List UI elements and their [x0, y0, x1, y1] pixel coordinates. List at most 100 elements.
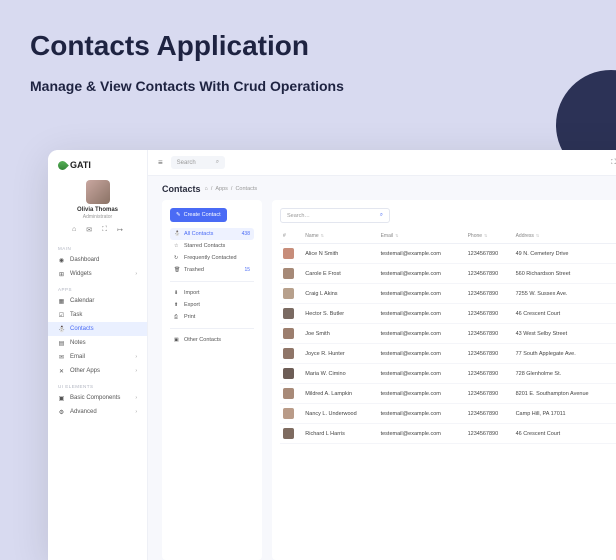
search-icon: ⌕ [216, 159, 219, 166]
nav-contacts[interactable]: ⛄Contacts [48, 322, 147, 336]
table-row[interactable]: Alice N Smithtestemail@example.com123456… [280, 244, 616, 264]
table-row[interactable]: Craig L Akinstestemail@example.com123456… [280, 284, 616, 304]
filter-starred[interactable]: ☆Starred Contacts [170, 240, 254, 252]
user-icon[interactable]: ⌂ [72, 226, 76, 234]
filter-label: Print [184, 314, 195, 320]
sort-icon: ⇅ [395, 233, 398, 238]
email-icon: ✉ [58, 354, 65, 361]
cell-address: 8201 E. Southampton Avenue [513, 384, 616, 404]
nav-dashboard[interactable]: ◉Dashboard [48, 253, 147, 267]
col-email[interactable]: Email⇅ [378, 229, 465, 244]
cell-name: Maria W. Cimino [302, 364, 377, 384]
table-row[interactable]: Nancy L. Underwoodtestemail@example.com1… [280, 404, 616, 424]
row-avatar [283, 368, 294, 379]
cell-address: 7255 W. Sussex Ave. [513, 284, 616, 304]
cell-address: 728 Glenholme St. [513, 364, 616, 384]
nav-label: Task [70, 312, 82, 318]
col-address[interactable]: Address⇅ [513, 229, 616, 244]
cell-email: testemail@example.com [378, 404, 465, 424]
logo[interactable]: GATI [48, 150, 147, 176]
create-label: Create Contact [184, 212, 221, 218]
create-contact-button[interactable]: ✎ Create Contact [170, 208, 227, 222]
row-avatar [283, 348, 294, 359]
logout-icon[interactable]: ↦ [117, 226, 123, 234]
filter-other[interactable]: ▣Other Contacts [170, 334, 254, 346]
widgets-icon: ⊞ [58, 271, 65, 278]
cell-name: Joe Smith [302, 324, 377, 344]
top-search[interactable]: Search ⌕ [171, 156, 225, 169]
table-row[interactable]: Maria W. Ciminotestemail@example.com1234… [280, 364, 616, 384]
contacts-table-panel: Search… ⌕ # Name⇅ Email⇅ Phone⇅ Address⇅… [272, 200, 616, 560]
nav-advanced[interactable]: ⚙Advanced› [48, 405, 147, 419]
row-avatar [283, 328, 294, 339]
advanced-icon: ⚙ [58, 409, 65, 416]
avatar[interactable] [86, 180, 110, 204]
nav-widgets[interactable]: ⊞Widgets› [48, 267, 147, 281]
print-icon: ⎙ [174, 314, 180, 320]
hamburger-icon[interactable]: ≡ [158, 158, 163, 167]
nav-label: Other Apps [70, 368, 100, 374]
filter-import[interactable]: ⬇Import [170, 287, 254, 299]
filter-trashed[interactable]: 🗑Trashed15 [170, 264, 254, 276]
col-num[interactable]: # [280, 229, 302, 244]
cell-address: Camp Hill, PA 17011 [513, 404, 616, 424]
contacts-icon: ⛄ [58, 326, 65, 333]
content-header: Contacts ⌂ / Apps / Contacts [148, 176, 616, 200]
page-title: Contacts [162, 184, 201, 194]
import-icon: ⬇ [174, 290, 180, 296]
cell-email: testemail@example.com [378, 424, 465, 444]
search-placeholder: Search… [287, 213, 310, 219]
cell-address: 560 Richardson Street [513, 264, 616, 284]
chevron-right-icon: › [135, 368, 137, 374]
logo-text: GATI [70, 160, 91, 170]
nav-section-main: MAIN [48, 240, 147, 253]
table-row[interactable]: Richard L Harristestemail@example.com123… [280, 424, 616, 444]
nav-label: Advanced [70, 409, 97, 415]
contacts-table: # Name⇅ Email⇅ Phone⇅ Address⇅ Actions A… [280, 229, 616, 444]
cell-email: testemail@example.com [378, 364, 465, 384]
nav-email[interactable]: ✉Email› [48, 350, 147, 364]
nav-task[interactable]: ☑Task [48, 308, 147, 322]
cell-phone: 1234567890 [465, 244, 513, 264]
table-row[interactable]: Mildred A. Lampkintestemail@example.com1… [280, 384, 616, 404]
cell-name: Hector S. Butler [302, 304, 377, 324]
row-avatar [283, 388, 294, 399]
divider [170, 328, 254, 329]
filter-label: All Contacts [184, 231, 213, 237]
row-avatar [283, 288, 294, 299]
cell-phone: 1234567890 [465, 264, 513, 284]
star-icon: ☆ [174, 243, 180, 249]
table-row[interactable]: Hector S. Butlertestemail@example.com123… [280, 304, 616, 324]
nav-other-apps[interactable]: ✕Other Apps› [48, 364, 147, 378]
nav-notes[interactable]: ▤Notes [48, 336, 147, 350]
hero-subtitle: Manage & View Contacts With Crud Operati… [30, 78, 344, 94]
crumb-apps[interactable]: Apps [215, 186, 228, 192]
chevron-right-icon: › [135, 271, 137, 277]
nav-label: Calendar [70, 298, 94, 304]
cell-phone: 1234567890 [465, 284, 513, 304]
trash-icon: 🗑 [174, 267, 180, 273]
expand-icon[interactable]: ⛶ [611, 159, 616, 167]
nav-calendar[interactable]: ▦Calendar [48, 294, 147, 308]
table-row[interactable]: Joyce R. Huntertestemail@example.com1234… [280, 344, 616, 364]
search-icon: ⌕ [380, 212, 383, 219]
cell-phone: 1234567890 [465, 384, 513, 404]
col-name[interactable]: Name⇅ [302, 229, 377, 244]
cell-phone: 1234567890 [465, 304, 513, 324]
table-row[interactable]: Joe Smithtestemail@example.com1234567890… [280, 324, 616, 344]
lock-icon[interactable]: ⛶ [102, 226, 107, 234]
table-row[interactable]: Carole E Frosttestemail@example.com12345… [280, 264, 616, 284]
filter-print[interactable]: ⎙ Print [170, 311, 254, 323]
filter-label: Other Contacts [184, 337, 221, 343]
nav-basic-components[interactable]: ▣Basic Components› [48, 391, 147, 405]
main: ≡ Search ⌕ ⛶ ⊞ ✉ ♤ Contacts ⌂ / Apps / C… [148, 150, 616, 560]
crumb-home[interactable]: ⌂ [205, 186, 208, 192]
filter-all[interactable]: ⛄All Contacts438 [170, 228, 254, 240]
table-search[interactable]: Search… ⌕ [280, 208, 390, 223]
mail-icon[interactable]: ✉ [86, 226, 92, 234]
filter-export[interactable]: ⬆Export [170, 299, 254, 311]
notes-icon: ▤ [58, 340, 65, 347]
profile-name: Olivia Thomas [48, 207, 147, 213]
col-phone[interactable]: Phone⇅ [465, 229, 513, 244]
filter-frequent[interactable]: ↻Frequently Contacted [170, 252, 254, 264]
